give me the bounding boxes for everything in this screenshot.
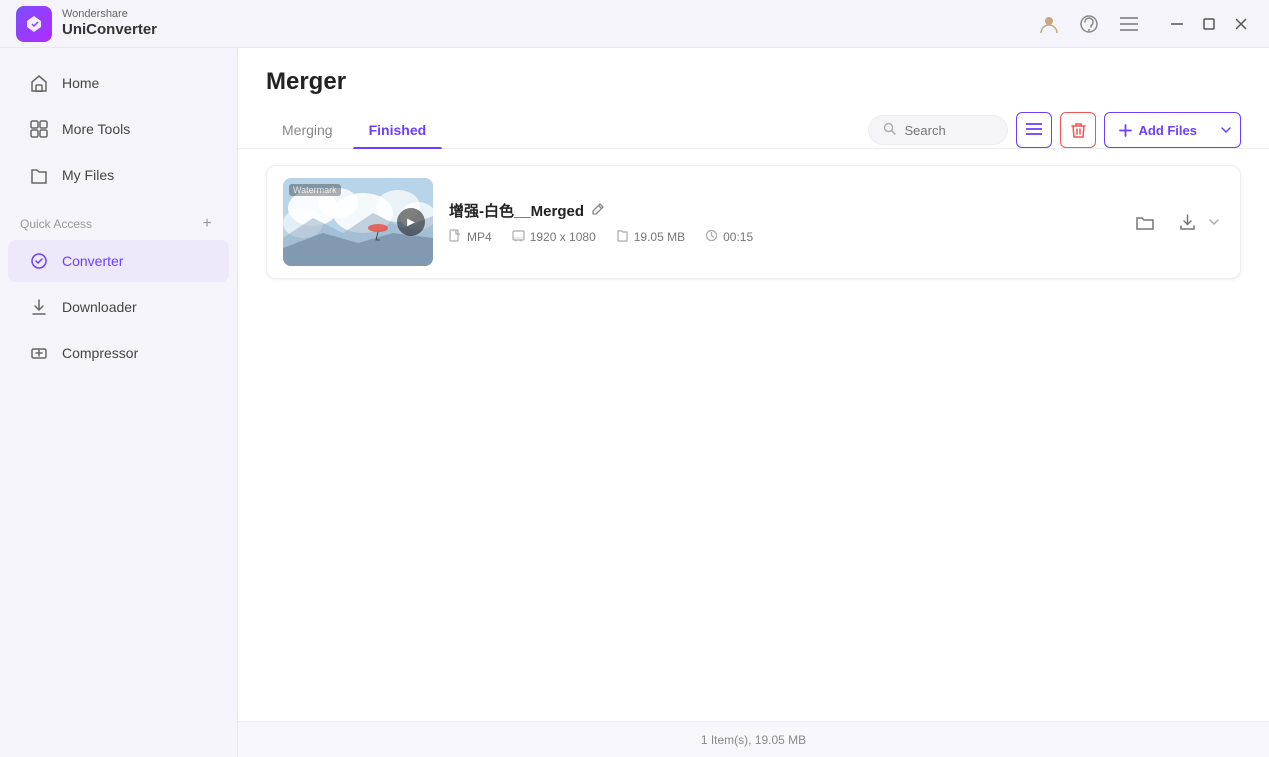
file-duration: 00:15: [723, 230, 753, 244]
my-files-icon: [28, 164, 50, 186]
size-icon: [616, 229, 629, 245]
sidebar-item-home[interactable]: Home: [8, 62, 229, 104]
thumbnail-watermark: Watermark: [289, 184, 341, 196]
sidebar-item-my-files[interactable]: My Files: [8, 154, 229, 196]
file-resolution: 1920 x 1080: [530, 230, 596, 244]
search-input[interactable]: [904, 123, 993, 138]
title-bar: Wondershare UniConverter: [0, 0, 1269, 48]
file-format: MP4: [467, 230, 492, 244]
file-info: 增强-白色__Merged: [449, 200, 1112, 245]
status-bar: 1 Item(s), 19.05 MB: [238, 721, 1269, 757]
resolution-icon: [512, 229, 525, 245]
file-size: 19.05 MB: [634, 230, 685, 244]
add-files-group: Add Files: [1104, 112, 1241, 148]
close-button[interactable]: [1229, 12, 1253, 36]
list-view-button[interactable]: [1016, 112, 1052, 148]
window-controls: [1165, 12, 1253, 36]
export-button[interactable]: [1170, 205, 1204, 239]
page-title: Merger: [266, 68, 1241, 96]
app-logo: [16, 6, 52, 42]
file-meta: MP4 1920 x 1080: [449, 229, 1112, 245]
app-branding: Wondershare UniConverter: [16, 6, 157, 42]
export-dropdown-button[interactable]: [1204, 205, 1224, 239]
file-list: Watermark ▶ 增强-白色__Merged: [238, 149, 1269, 721]
tabs: Merging Finished: [266, 112, 442, 148]
sidebar-item-compressor-label: Compressor: [62, 345, 138, 361]
sidebar-item-more-tools[interactable]: More Tools: [8, 108, 229, 150]
file-size-meta: 19.05 MB: [616, 229, 685, 245]
open-folder-button[interactable]: [1128, 205, 1162, 239]
file-name-row: 增强-白色__Merged: [449, 200, 1112, 221]
maximize-button[interactable]: [1197, 12, 1221, 36]
support-icon[interactable]: [1077, 12, 1101, 36]
quick-access-label: Quick Access: [20, 217, 92, 231]
export-button-group: [1170, 205, 1224, 239]
sidebar-item-more-tools-label: More Tools: [62, 121, 130, 137]
file-thumbnail: Watermark ▶: [283, 178, 433, 266]
sidebar-item-downloader-label: Downloader: [62, 299, 137, 315]
sidebar-item-compressor[interactable]: Compressor: [8, 332, 229, 374]
compressor-icon: [28, 342, 50, 364]
app-name: Wondershare UniConverter: [62, 8, 157, 39]
sidebar-item-home-label: Home: [62, 75, 99, 91]
file-name: 增强-白色__Merged: [449, 200, 584, 221]
file-duration-meta: 00:15: [705, 229, 753, 245]
table-row: Watermark ▶ 增强-白色__Merged: [266, 165, 1241, 279]
more-tools-icon: [28, 118, 50, 140]
product-name: UniConverter: [62, 21, 157, 39]
sidebar: Home More Tools My Files Qu: [0, 48, 238, 757]
add-files-label: Add Files: [1138, 123, 1197, 138]
tab-finished[interactable]: Finished: [353, 112, 443, 148]
file-actions: [1128, 205, 1224, 239]
play-button[interactable]: ▶: [397, 208, 425, 236]
title-bar-controls: [1037, 12, 1253, 36]
menu-icon[interactable]: [1117, 12, 1141, 36]
downloader-icon: [28, 296, 50, 318]
home-icon: [28, 72, 50, 94]
sidebar-item-my-files-label: My Files: [62, 167, 114, 183]
search-box[interactable]: [868, 115, 1008, 145]
tabs-toolbar: Merging Finished: [238, 112, 1269, 149]
content-area: Merger Merging Finished: [238, 48, 1269, 757]
sidebar-item-converter-label: Converter: [62, 253, 123, 269]
tab-merging[interactable]: Merging: [266, 112, 349, 148]
duration-icon: [705, 229, 718, 245]
minimize-button[interactable]: [1165, 12, 1189, 36]
sidebar-item-downloader[interactable]: Downloader: [8, 286, 229, 328]
file-format-meta: MP4: [449, 229, 492, 245]
quick-access-section: Quick Access +: [0, 206, 237, 238]
add-files-button[interactable]: Add Files: [1104, 112, 1212, 148]
add-files-dropdown-button[interactable]: [1211, 112, 1241, 148]
page-header: Merger: [238, 48, 1269, 112]
delete-button[interactable]: [1060, 112, 1096, 148]
sidebar-item-converter[interactable]: Converter: [8, 240, 229, 282]
toolbar-actions: Add Files: [868, 112, 1241, 148]
converter-icon: [28, 250, 50, 272]
file-resolution-meta: 1920 x 1080: [512, 229, 596, 245]
status-text: 1 Item(s), 19.05 MB: [701, 733, 806, 747]
format-icon: [449, 229, 462, 245]
main-layout: Home More Tools My Files Qu: [0, 48, 1269, 757]
edit-icon[interactable]: [592, 202, 605, 218]
search-icon: [883, 122, 896, 138]
profile-icon[interactable]: [1037, 12, 1061, 36]
brand-name: Wondershare: [62, 8, 157, 21]
quick-access-add-button[interactable]: +: [197, 214, 217, 234]
